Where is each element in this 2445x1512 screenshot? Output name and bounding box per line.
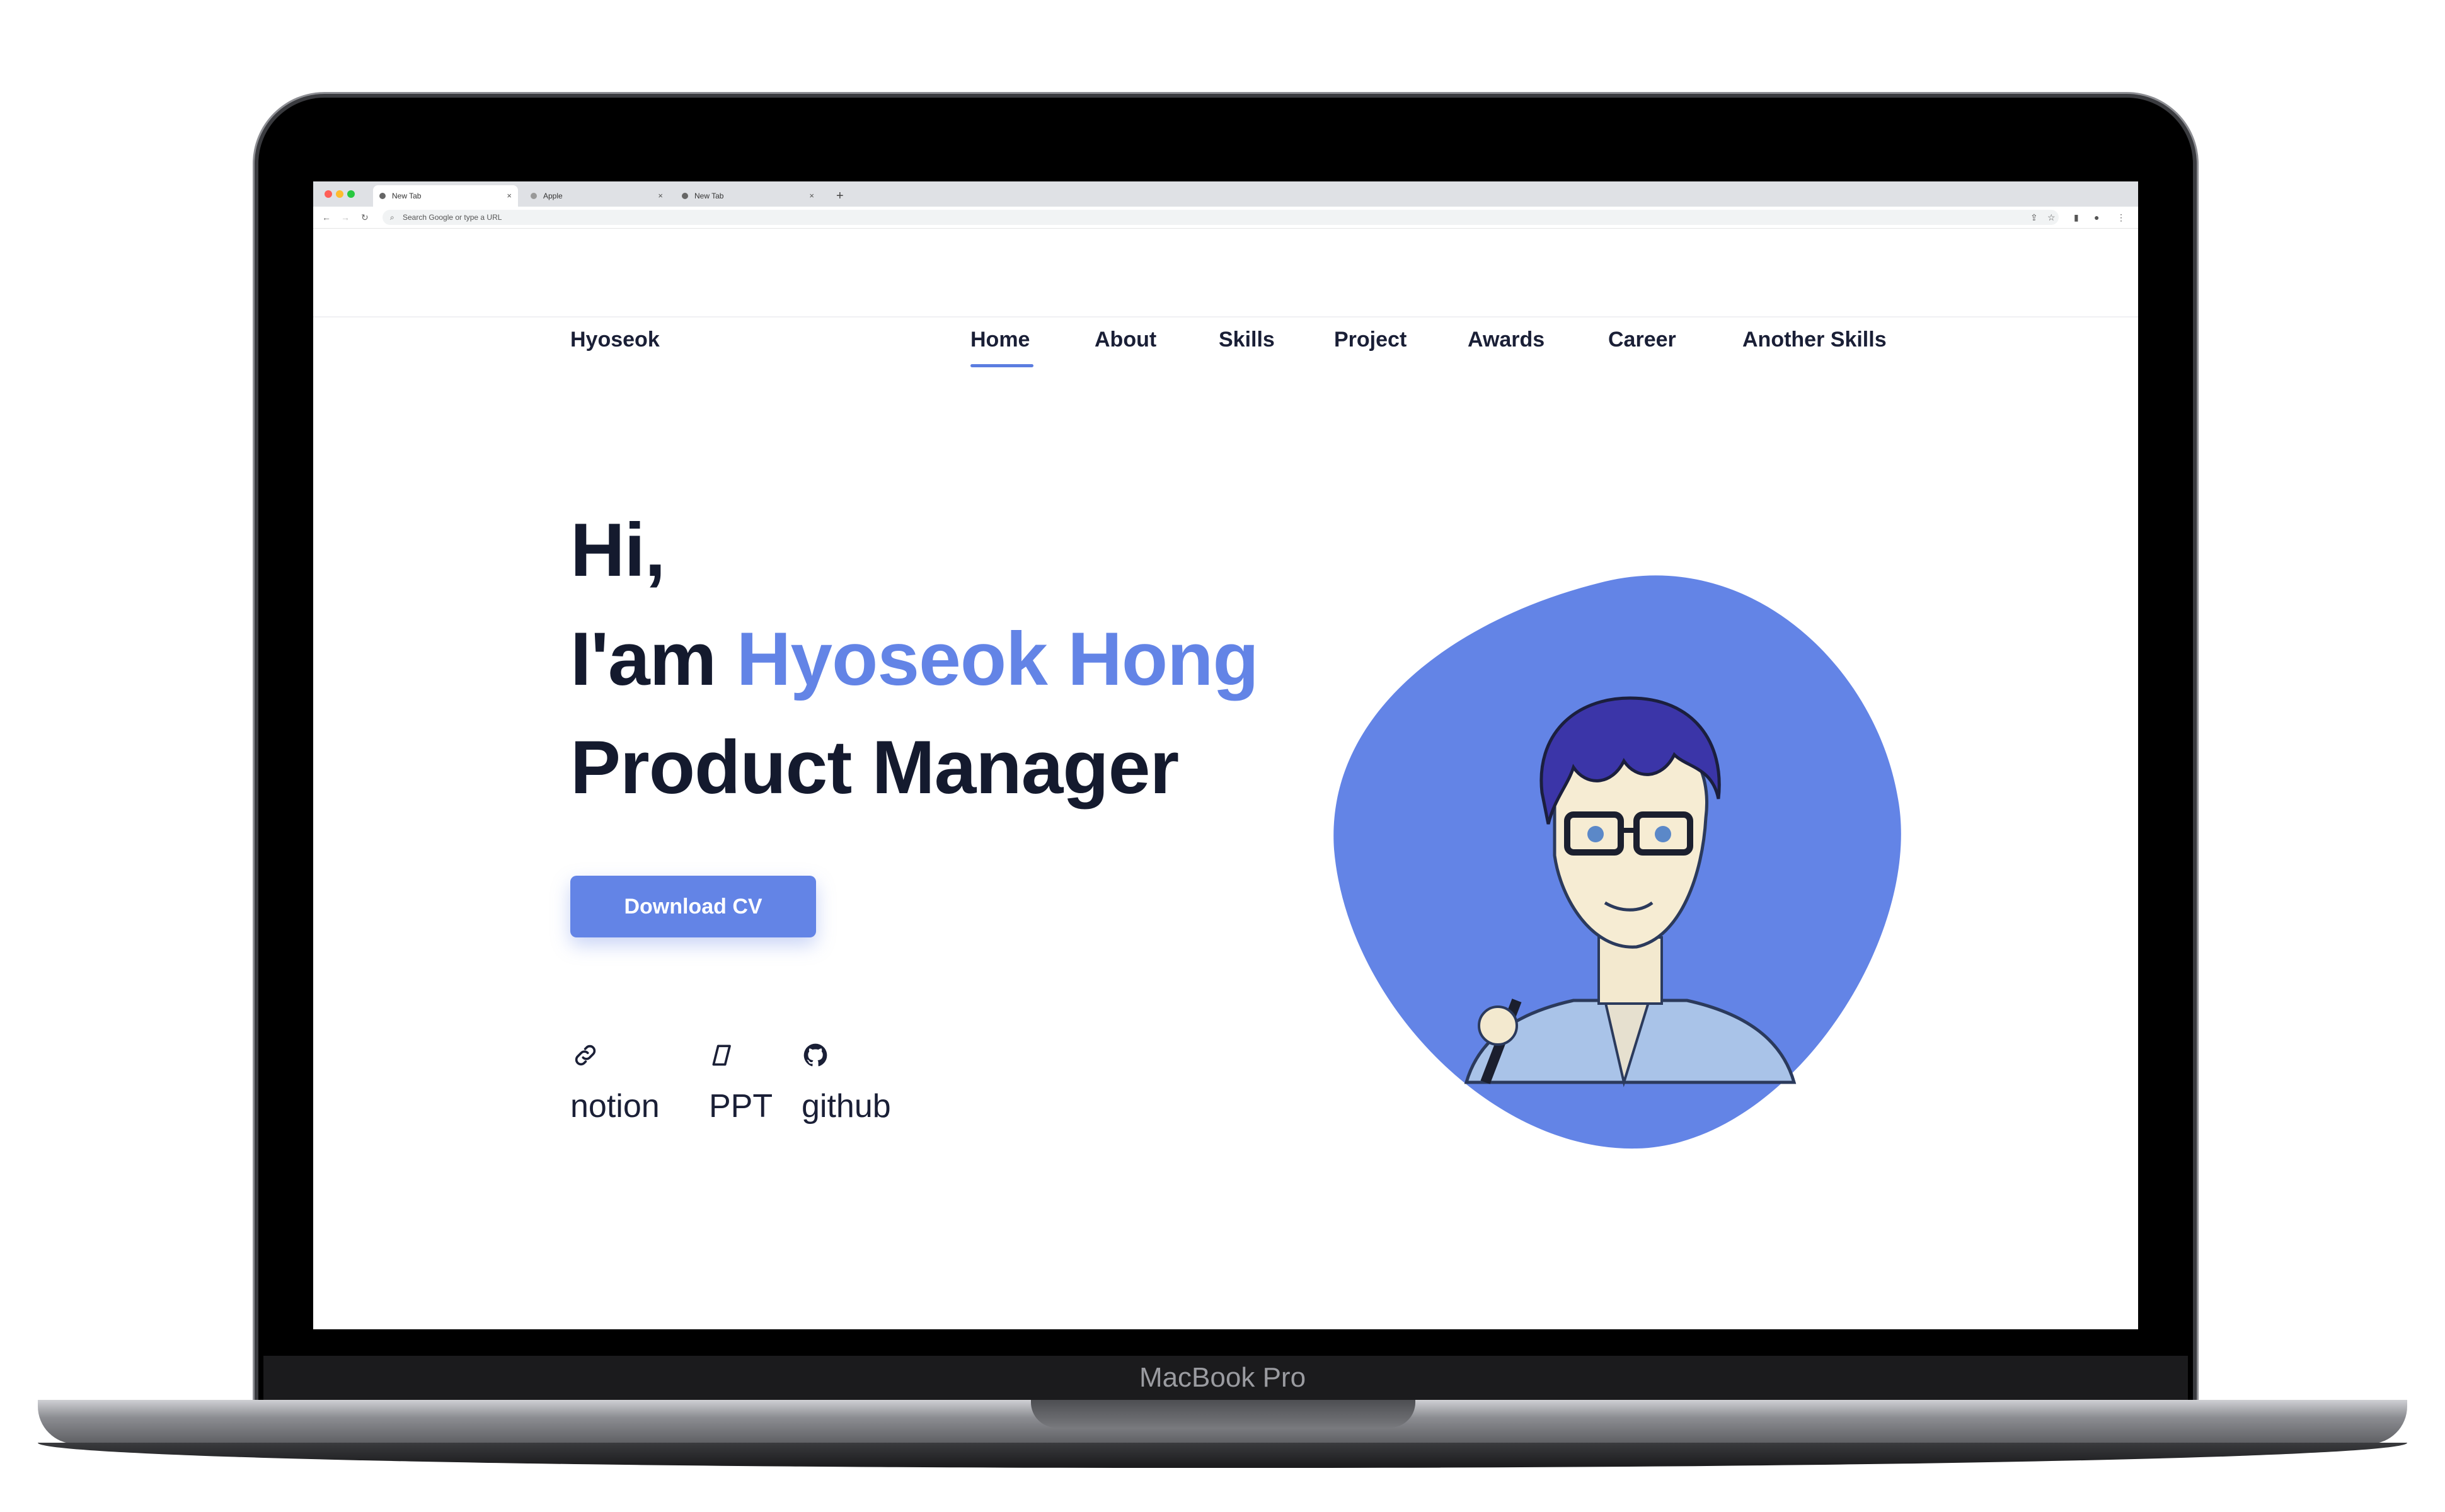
- slide-icon[interactable]: [709, 1041, 737, 1069]
- download-cv-button[interactable]: Download CV: [570, 876, 816, 937]
- address-bar[interactable]: ⌕ Search Google or type a URL: [383, 210, 2059, 225]
- new-tab-button[interactable]: +: [836, 185, 844, 207]
- nav-another-skills[interactable]: Another Skills: [1742, 328, 1887, 352]
- browser-tab-3[interactable]: New Tab ×: [676, 185, 820, 207]
- apple-icon: [531, 193, 537, 199]
- hero-name-prefix: I'am: [570, 617, 737, 701]
- globe-icon: [682, 193, 688, 199]
- address-placeholder: Search Google or type a URL: [403, 213, 502, 222]
- tab-label: Apple: [543, 192, 563, 200]
- tab-label: New Tab: [392, 192, 422, 200]
- hero-greeting: Hi,: [570, 508, 665, 592]
- hero-name: Hyoseok Hong: [736, 617, 1259, 701]
- nav-about[interactable]: About: [1095, 328, 1156, 352]
- nav-home[interactable]: Home: [970, 328, 1030, 352]
- globe-icon: [379, 193, 386, 199]
- notion-link[interactable]: notion: [570, 1087, 660, 1125]
- site-header: [313, 228, 2138, 318]
- nav-career[interactable]: Career: [1608, 328, 1676, 352]
- nav-skills[interactable]: Skills: [1219, 328, 1275, 352]
- screen: New Tab × Apple × New Tab × + ← → ↻ ⌕ Se…: [313, 181, 2138, 1329]
- share-icon[interactable]: ⇪: [2030, 207, 2038, 228]
- laptop-base-shadow: [38, 1443, 2407, 1468]
- close-window-icon[interactable]: [325, 190, 332, 198]
- device-label: MacBook Pro: [1139, 1362, 1306, 1393]
- browser-tab-1[interactable]: New Tab ×: [373, 185, 518, 207]
- search-icon: ⌕: [390, 213, 394, 222]
- sidebar-icon[interactable]: ▮: [2074, 207, 2079, 228]
- close-tab-icon[interactable]: ×: [809, 185, 814, 207]
- hero-role: Product Manager: [570, 725, 1179, 810]
- laptop-notch: [1031, 1400, 1415, 1428]
- site-brand[interactable]: Hyoseok: [570, 328, 660, 352]
- github-link[interactable]: github: [802, 1087, 891, 1125]
- hero-name-line: I'am Hyoseok Hong: [570, 615, 1259, 703]
- menu-icon[interactable]: ⋮: [2117, 207, 2126, 228]
- back-icon[interactable]: ←: [322, 207, 331, 228]
- browser-tab-bar: New Tab × Apple × New Tab × +: [313, 181, 2138, 207]
- nav-project[interactable]: Project: [1334, 328, 1407, 352]
- tab-label: New Tab: [694, 192, 724, 200]
- browser-toolbar: ← → ↻ ⌕ Search Google or type a URL ⇪ ☆ …: [313, 207, 2138, 229]
- ppt-link[interactable]: PPT: [709, 1087, 773, 1125]
- browser-tab-2[interactable]: Apple ×: [524, 185, 669, 207]
- minimize-window-icon[interactable]: [336, 190, 343, 198]
- forward-icon[interactable]: →: [341, 207, 350, 228]
- profile-illustration: [1333, 575, 1901, 1149]
- close-tab-icon[interactable]: ×: [658, 185, 663, 207]
- bookmark-star-icon[interactable]: ☆: [2047, 207, 2056, 228]
- maximize-window-icon[interactable]: [347, 190, 355, 198]
- profile-icon[interactable]: ●: [2094, 207, 2099, 228]
- nav-awards[interactable]: Awards: [1468, 328, 1545, 352]
- reload-icon[interactable]: ↻: [361, 207, 369, 228]
- github-icon[interactable]: [802, 1041, 829, 1069]
- close-tab-icon[interactable]: ×: [507, 185, 512, 207]
- active-nav-indicator: [970, 364, 1033, 367]
- link-icon[interactable]: [572, 1041, 599, 1069]
